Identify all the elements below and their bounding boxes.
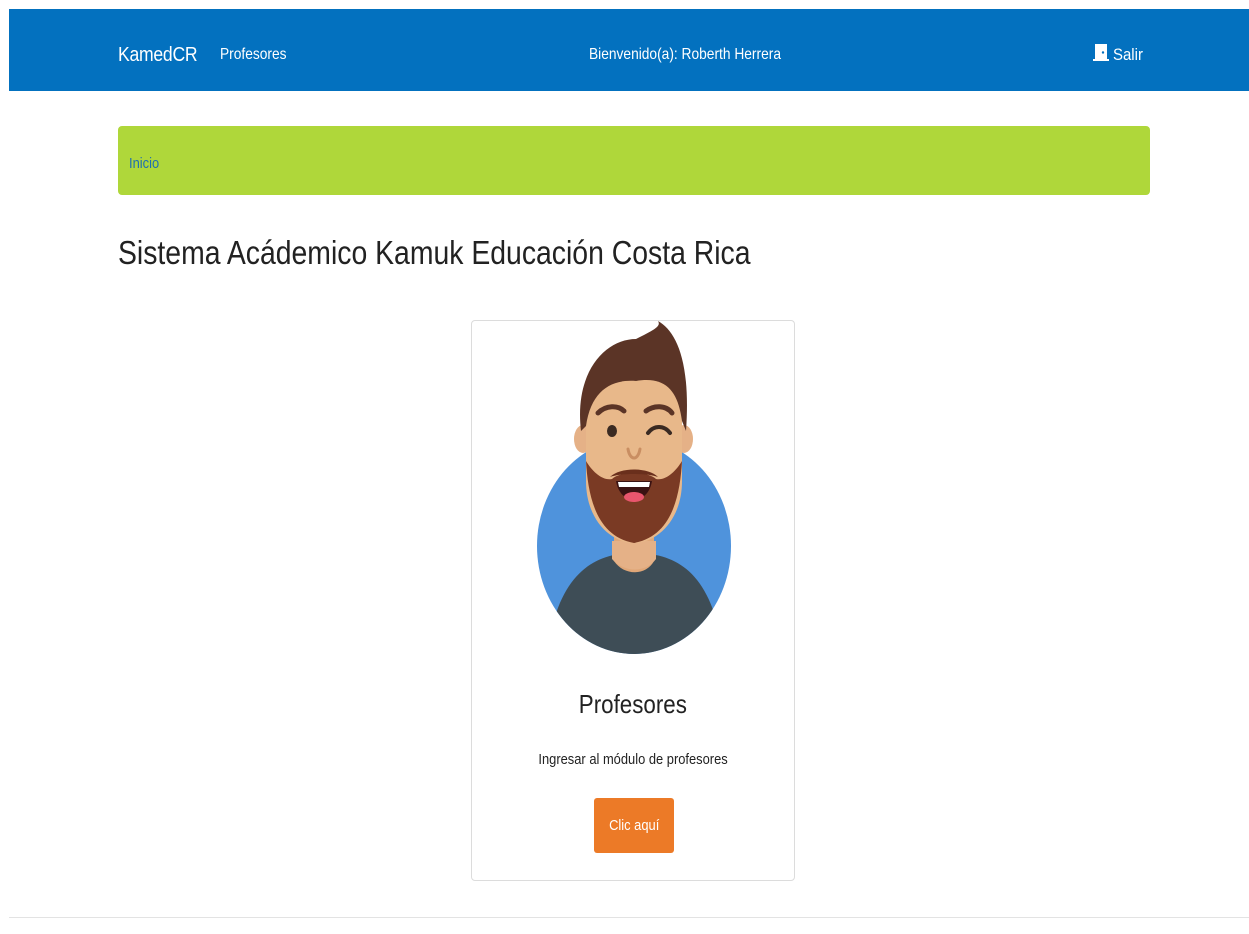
door-exit-icon: [1093, 43, 1109, 66]
card-description: Ingresar al módulo de profesores: [538, 751, 728, 768]
profesores-card: Profesores Ingresar al módulo de profeso…: [471, 320, 795, 881]
breadcrumb: Inicio: [118, 126, 1150, 195]
top-strip: [0, 0, 1249, 9]
welcome-text: Bienvenido(a): Roberth Herrera: [589, 46, 781, 63]
footer-divider: [9, 917, 1249, 918]
teacher-avatar-image: [537, 321, 731, 654]
card-title: Profesores: [578, 689, 688, 719]
brand-link[interactable]: KamedCR: [118, 44, 198, 67]
clic-aqui-button[interactable]: Clic aquí: [594, 798, 674, 853]
top-navbar: KamedCR Profesores Bienvenido(a): Robert…: [9, 9, 1249, 91]
page-title: Sistema Acádemico Kamuk Educación Costa …: [118, 234, 751, 271]
nav-link-profesores[interactable]: Profesores: [220, 46, 287, 64]
logout-link[interactable]: Salir: [1093, 43, 1147, 66]
logout-label: Salir: [1113, 44, 1143, 64]
breadcrumb-item-inicio[interactable]: Inicio: [129, 155, 159, 172]
